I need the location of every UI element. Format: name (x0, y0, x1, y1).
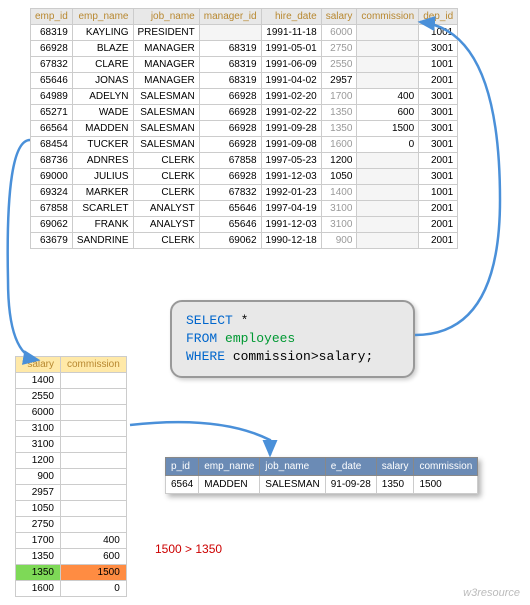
table-row: 64989ADELYNSALESMAN669281991-02-20170040… (31, 89, 458, 105)
table-row: 65271WADESALESMAN669281991-02-2213506003… (31, 105, 458, 121)
table-row: 3100 (16, 421, 127, 437)
table-row: 6000 (16, 405, 127, 421)
table-row: 900 (16, 469, 127, 485)
col-p_id: p_id (166, 458, 199, 476)
table-row: 1400 (16, 373, 127, 389)
sql-query-box: SELECT * FROM employees WHERE commission… (170, 300, 415, 378)
table-row: 66564MADDENSALESMAN669281991-09-28135015… (31, 121, 458, 137)
table-row: 6564MADDENSALESMAN91-09-2813501500 (166, 476, 478, 494)
table-row: 1350600 (16, 549, 127, 565)
col-commission: commission (61, 357, 127, 373)
col-job_name: job_name (260, 458, 325, 476)
col-emp_name: emp_name (199, 458, 260, 476)
sql-where: WHERE (186, 349, 233, 364)
table-row: 1700400 (16, 533, 127, 549)
table-row: 68319KAYLINGPRESIDENT1991-11-1860001001 (31, 25, 458, 41)
result-table: p_idemp_namejob_namee_datesalarycommissi… (165, 457, 478, 494)
col-emp_id: emp_id (31, 9, 73, 25)
table-row: 69062FRANKANALYST656461991-12-0331002001 (31, 217, 458, 233)
table-row: 68736ADNRESCLERK678581997-05-2312002001 (31, 153, 458, 169)
table-row: 63679SANDRINECLERK690621990-12-189002001 (31, 233, 458, 249)
table-row: 69000JULIUSCLERK669281991-12-0310503001 (31, 169, 458, 185)
watermark: w3resource (463, 587, 520, 599)
col-e_date: e_date (325, 458, 376, 476)
table-row: 1050 (16, 501, 127, 517)
employees-table: emp_idemp_namejob_namemanager_idhire_dat… (30, 8, 458, 249)
col-emp_name: emp_name (72, 9, 133, 25)
table-row: 65646JONASMANAGER683191991-04-0229572001 (31, 73, 458, 89)
comparison-label: 1500 > 1350 (155, 542, 222, 556)
col-dep_id: dep_id (419, 9, 458, 25)
table-row: 13501500 (16, 565, 127, 581)
col-salary: salary (376, 458, 414, 476)
col-salary: salary (321, 9, 357, 25)
table-row: 69324MARKERCLERK678321992-01-2314001001 (31, 185, 458, 201)
col-hire_date: hire_date (261, 9, 321, 25)
col-salary: salary (16, 357, 61, 373)
col-commission: commission (357, 9, 419, 25)
col-job_name: job_name (133, 9, 199, 25)
table-row: 2550 (16, 389, 127, 405)
table-row: 2957 (16, 485, 127, 501)
table-row: 68454TUCKERSALESMAN669281991-09-08160003… (31, 137, 458, 153)
salary-commission-table: salarycommission 14002550600031003100120… (15, 356, 127, 597)
table-row: 16000 (16, 581, 127, 597)
table-row: 67858SCARLETANALYST656461997-04-19310020… (31, 201, 458, 217)
table-row: 2750 (16, 517, 127, 533)
table-row: 67832CLAREMANAGER683191991-06-0925501001 (31, 57, 458, 73)
table-row: 66928BLAZEMANAGER683191991-05-0127503001 (31, 41, 458, 57)
sql-from: FROM (186, 331, 225, 346)
table-row: 3100 (16, 437, 127, 453)
table-row: 1200 (16, 453, 127, 469)
sql-select: SELECT (186, 313, 241, 328)
col-commission: commission (414, 458, 478, 476)
col-manager_id: manager_id (199, 9, 261, 25)
